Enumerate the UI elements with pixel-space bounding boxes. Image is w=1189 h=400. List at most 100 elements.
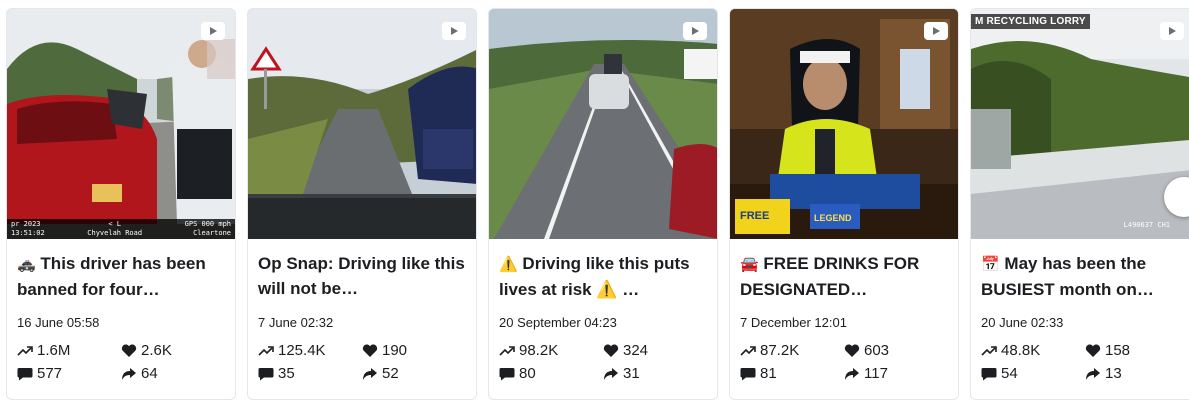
video-card[interactable]: ⚠️ Driving like this puts lives at risk … [488, 8, 718, 400]
shares-count: 64 [141, 365, 158, 382]
overlay-speed: GPS 000 mph [184, 220, 231, 228]
card-stats: 98.2K 324 80 31 [489, 330, 717, 382]
video-thumbnail[interactable] [248, 9, 476, 239]
likes-stat: 190 [362, 342, 466, 359]
overlay-road: Chyvelah Road [87, 229, 143, 237]
trending-up-icon [17, 345, 33, 356]
shares-count: 117 [864, 365, 888, 382]
overlay-location: Cleartone [193, 229, 231, 237]
video-thumbnail[interactable]: pr 2023 13:51:02 < L Chyvelah Road GPS 0… [7, 9, 235, 239]
likes-count: 158 [1105, 342, 1131, 359]
video-icon [1160, 22, 1184, 40]
card-title[interactable]: 📅 May has been the BUSIEST month on… [971, 239, 1189, 301]
thumbnail-image-police-stop [7, 9, 235, 239]
thumbnail-image-country-road [248, 9, 476, 239]
police-car-icon: 🚓 [17, 255, 36, 273]
overlay-lane: < L [108, 220, 121, 228]
card-title[interactable]: Op Snap: Driving like this will not be… [248, 239, 476, 301]
shares-count: 13 [1105, 365, 1122, 382]
comments-stat: 54 [981, 365, 1085, 382]
shares-stat: 31 [603, 365, 707, 382]
share-icon [363, 367, 377, 380]
comment-icon [499, 367, 515, 380]
video-card[interactable]: M RECYCLING LORRY L490637 CH1 📅 May has … [970, 8, 1189, 400]
badge-legend-text: LEGEND [814, 213, 852, 223]
shares-count: 31 [623, 365, 640, 382]
sign-free-text: FREE [740, 210, 769, 222]
card-date: 7 June 02:32 [258, 315, 334, 330]
thumbnail-image-hedge-road [971, 9, 1189, 239]
trending-up-icon [981, 345, 997, 356]
video-icon [683, 22, 707, 40]
likes-count: 603 [864, 342, 890, 359]
views-stat: 125.4K [258, 342, 362, 359]
video-thumbnail[interactable] [489, 9, 717, 239]
views-count: 98.2K [519, 342, 559, 359]
likes-count: 324 [623, 342, 649, 359]
trending-up-icon [499, 345, 515, 356]
overlay-date: pr 2023 [11, 220, 41, 228]
share-icon [122, 367, 136, 380]
video-icon [924, 22, 948, 40]
card-date: 16 June 05:58 [17, 315, 100, 330]
share-icon [604, 367, 618, 380]
comments-stat: 81 [740, 365, 844, 382]
video-thumbnail[interactable]: FREE LEGEND [730, 9, 958, 239]
car-icon: 🚘 [740, 255, 759, 273]
shares-stat: 64 [121, 365, 225, 382]
views-stat: 48.8K [981, 342, 1085, 359]
video-icon [442, 22, 466, 40]
views-stat: 98.2K [499, 342, 603, 359]
card-title[interactable]: ⚠️ Driving like this puts lives at risk … [489, 239, 717, 301]
likes-count: 2.6K [141, 342, 172, 359]
views-count: 48.8K [1001, 342, 1041, 359]
card-title[interactable]: 🚘 FREE DRINKS FOR DESIGNATED… [730, 239, 958, 301]
thumbnail-image-highway-traffic [489, 9, 717, 239]
calendar-icon: 📅 [981, 255, 1000, 273]
views-count: 125.4K [278, 342, 326, 359]
share-icon [1086, 367, 1100, 380]
comments-count: 577 [37, 365, 63, 382]
card-stats: 87.2K 603 81 117 [730, 330, 958, 382]
video-card[interactable]: FREE LEGEND 🚘 FREE DRINKS FOR DESIGNATED… [729, 8, 959, 400]
comments-stat: 577 [17, 365, 121, 382]
views-count: 1.6M [37, 342, 71, 359]
likes-count: 190 [382, 342, 408, 359]
video-thumbnail[interactable]: M RECYCLING LORRY L490637 CH1 [971, 9, 1189, 239]
card-title-text: Op Snap: Driving like this will not be… [258, 254, 465, 298]
card-date: 20 June 02:33 [981, 315, 1064, 330]
card-stats: 125.4K 190 35 52 [248, 330, 476, 382]
shares-count: 52 [382, 365, 399, 382]
comment-icon [17, 367, 33, 380]
video-card-row: pr 2023 13:51:02 < L Chyvelah Road GPS 0… [6, 8, 1189, 400]
likes-stat: 603 [844, 342, 948, 359]
card-title[interactable]: 🚓 This driver has been banned for four… [7, 239, 235, 301]
video-caption-tag: M RECYCLING LORRY [971, 14, 1090, 29]
likes-stat: 158 [1085, 342, 1189, 359]
trending-up-icon [258, 345, 274, 356]
video-card[interactable]: pr 2023 13:51:02 < L Chyvelah Road GPS 0… [6, 8, 236, 400]
card-title-text: Driving like this puts lives at risk ⚠️ … [499, 254, 690, 299]
shares-stat: 52 [362, 365, 466, 382]
heart-icon [844, 343, 860, 357]
likes-stat: 324 [603, 342, 707, 359]
comments-count: 54 [1001, 365, 1018, 382]
frame-stamp: L490637 CH1 [1123, 221, 1170, 229]
comment-icon [740, 367, 756, 380]
thumbnail-image-pub-officer: FREE LEGEND [730, 9, 958, 239]
comments-stat: 80 [499, 365, 603, 382]
likes-stat: 2.6K [121, 342, 225, 359]
overlay-time: 13:51:02 [11, 229, 45, 237]
video-card[interactable]: Op Snap: Driving like this will not be… … [247, 8, 477, 400]
warning-icon: ⚠️ [499, 255, 518, 273]
comments-stat: 35 [258, 365, 362, 382]
views-stat: 87.2K [740, 342, 844, 359]
comments-count: 35 [278, 365, 295, 382]
comments-count: 80 [519, 365, 536, 382]
heart-icon [1085, 343, 1101, 357]
views-stat: 1.6M [17, 342, 121, 359]
video-icon [201, 22, 225, 40]
card-title-text: May has been the BUSIEST month on… [981, 254, 1154, 299]
trending-up-icon [740, 345, 756, 356]
card-date: 20 September 04:23 [499, 315, 617, 330]
